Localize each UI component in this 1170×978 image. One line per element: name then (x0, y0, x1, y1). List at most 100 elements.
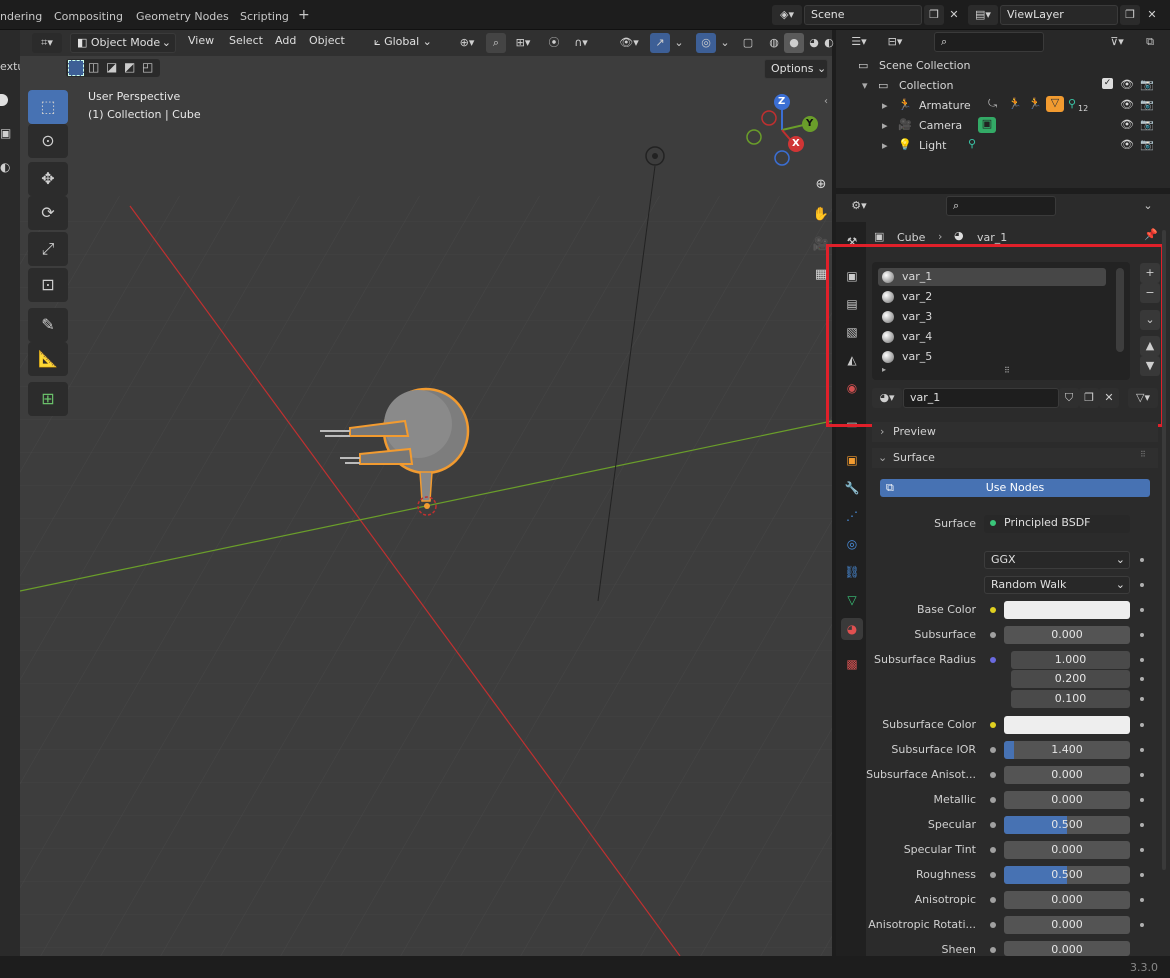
select-box-tool[interactable]: ⬚ (28, 90, 68, 124)
keyframe-dot-icon[interactable] (1140, 848, 1144, 852)
particles-tab-icon[interactable]: ⋰ (844, 508, 860, 524)
tab-rendering[interactable]: ndering (0, 10, 42, 23)
eye-icon[interactable]: 👁 (1120, 118, 1134, 131)
armature-label[interactable]: Armature (919, 99, 971, 112)
anisotropic-rotation-slider[interactable]: 0.000 (1004, 916, 1130, 934)
keyframe-dot-icon[interactable] (1140, 873, 1144, 877)
use-nodes-button[interactable]: ⧉ Use Nodes (880, 479, 1150, 497)
subsurface-ior-slider[interactable]: 1.400 (1004, 741, 1130, 759)
sidebar-toggle-icon[interactable]: ‹ (824, 96, 828, 107)
falloff-icon[interactable]: ∩▾ (566, 33, 596, 53)
close-viewlayer-icon[interactable]: ✕ (1142, 5, 1162, 25)
eye-icon[interactable]: 👁 (1120, 98, 1134, 111)
tab-geometry-nodes[interactable]: Geometry Nodes (136, 10, 229, 23)
keyframe-dot-icon[interactable] (1140, 658, 1144, 662)
color-socket-icon[interactable] (990, 607, 996, 613)
camera-render-icon[interactable]: 📷 (1140, 98, 1154, 111)
chevron-down-icon[interactable]: ⌄ (1138, 196, 1158, 216)
snap-target-icon[interactable]: ⊞▾ (508, 33, 538, 53)
tab-scripting[interactable]: Scripting (240, 10, 289, 23)
select-extend-icon[interactable]: ◫ (88, 60, 104, 76)
vector-socket-icon[interactable] (990, 657, 996, 663)
scale-tool[interactable]: ⤢ (28, 232, 68, 266)
rotate-tool[interactable]: ⟳ (28, 196, 68, 230)
options-dropdown[interactable]: Options ⌄ (764, 59, 828, 79)
left-tool-icon[interactable]: ▣ (0, 126, 11, 140)
expand-arrow-icon[interactable]: ▸ (882, 99, 888, 112)
move-tool[interactable]: ✥ (28, 162, 68, 196)
light-label[interactable]: Light (919, 139, 946, 152)
tab-compositing[interactable]: Compositing (54, 10, 123, 23)
metallic-slider[interactable]: 0.000 (1004, 791, 1130, 809)
value-socket-icon[interactable] (990, 897, 996, 903)
value-socket-icon[interactable] (990, 797, 996, 803)
scene-collection-label[interactable]: Scene Collection (879, 59, 970, 72)
left-tool-icon-2[interactable]: ◐ (0, 160, 10, 174)
half-circle-icon[interactable] (0, 94, 8, 106)
object-tab-icon[interactable]: ▣ (844, 452, 860, 468)
scene-selector-icon[interactable]: ◈▾ (772, 5, 802, 25)
subsurface-slider[interactable]: 0.000 (1004, 626, 1130, 644)
physics-tab-icon[interactable]: ◎ (844, 536, 860, 552)
zoom-icon[interactable]: ⊕ (810, 174, 832, 196)
wireframe-shading-icon[interactable]: ◍ (764, 33, 784, 53)
outliner-search-input[interactable]: ⌕ (934, 32, 1044, 52)
pan-hand-icon[interactable]: ✋ (810, 204, 832, 226)
solid-shading-icon[interactable]: ● (784, 33, 804, 53)
preview-panel-header[interactable]: › Preview (872, 422, 1158, 442)
radius-z-field[interactable]: 0.100 (1011, 690, 1130, 708)
subsurface-color-swatch[interactable] (1004, 716, 1130, 734)
radius-x-field[interactable]: 1.000 (1011, 651, 1130, 669)
filter-icon[interactable]: ⊽▾ (1102, 32, 1132, 52)
expand-arrow-icon[interactable]: ▾ (862, 79, 868, 92)
pin-icon[interactable]: 📌 (1144, 228, 1158, 241)
keyframe-dot-icon[interactable] (1140, 633, 1144, 637)
camera-label[interactable]: Camera (919, 119, 962, 132)
proportional-edit-icon[interactable]: ⦿ (544, 33, 564, 53)
color-socket-icon[interactable] (990, 722, 996, 728)
transform-orientation-dropdown[interactable]: ⟀ Global ⌄ (368, 33, 446, 53)
keyframe-dot-icon[interactable] (1140, 723, 1144, 727)
select-new-icon[interactable] (68, 60, 84, 76)
camera-render-icon[interactable]: 📷 (1140, 138, 1154, 151)
texture-tab-icon[interactable]: ▩ (844, 656, 860, 672)
keyframe-dot-icon[interactable] (1140, 798, 1144, 802)
measure-tool[interactable]: 📐 (28, 342, 68, 376)
surface-shader-field[interactable]: Principled BSDF (984, 515, 1130, 533)
value-socket-icon[interactable] (990, 847, 996, 853)
properties-search-input[interactable]: ⌕ (946, 196, 1056, 216)
keyframe-dot-icon[interactable] (1140, 823, 1144, 827)
keyframe-dot-icon[interactable] (1140, 677, 1144, 681)
pivot-point-icon[interactable]: ⊕▾ (452, 33, 482, 53)
new-scene-icon[interactable]: ❐ (924, 5, 944, 25)
specular-slider[interactable]: 0.500 (1004, 816, 1130, 834)
chevron-down-icon[interactable]: ⌄ (672, 33, 686, 53)
radius-y-field[interactable]: 0.200 (1011, 670, 1130, 688)
new-collection-icon[interactable]: ⧉ (1140, 32, 1160, 52)
overlay-toggle-icon[interactable]: ◎ (696, 33, 716, 53)
material-shading-icon[interactable]: ◕ (804, 33, 824, 53)
expand-arrow-icon[interactable]: ▸ (882, 139, 888, 152)
new-viewlayer-icon[interactable]: ❐ (1120, 5, 1140, 25)
value-socket-icon[interactable] (990, 632, 996, 638)
expand-arrow-icon[interactable]: ▸ (882, 119, 888, 132)
mode-dropdown[interactable]: ◧ Object Mode ⌄ (70, 33, 176, 53)
keyframe-dot-icon[interactable] (1140, 608, 1144, 612)
value-socket-icon[interactable] (990, 947, 996, 953)
subsurface-method-dropdown[interactable]: Random Walk ⌄ (984, 576, 1130, 594)
menu-select[interactable]: Select (229, 34, 263, 47)
properties-editor-icon[interactable]: ⚙▾ (844, 196, 874, 216)
select-subtract-icon[interactable]: ◪ (106, 60, 122, 76)
base-color-swatch[interactable] (1004, 601, 1130, 619)
menu-add[interactable]: Add (275, 34, 296, 47)
drag-handle-icon[interactable]: ⠿ (1140, 450, 1146, 459)
keyframe-dot-icon[interactable] (1140, 697, 1144, 701)
keyframe-dot-icon[interactable] (1140, 898, 1144, 902)
menu-object[interactable]: Object (309, 34, 345, 47)
editor-type-icon[interactable]: ⌗▾ (32, 33, 62, 53)
transform-tool[interactable]: ⊡ (28, 268, 68, 302)
constraints-tab-icon[interactable]: ⛓ (844, 564, 860, 580)
keyframe-dot-icon[interactable] (1140, 773, 1144, 777)
viewlayer-selector-icon[interactable]: ▤▾ (968, 5, 998, 25)
menu-view[interactable]: View (188, 34, 214, 47)
